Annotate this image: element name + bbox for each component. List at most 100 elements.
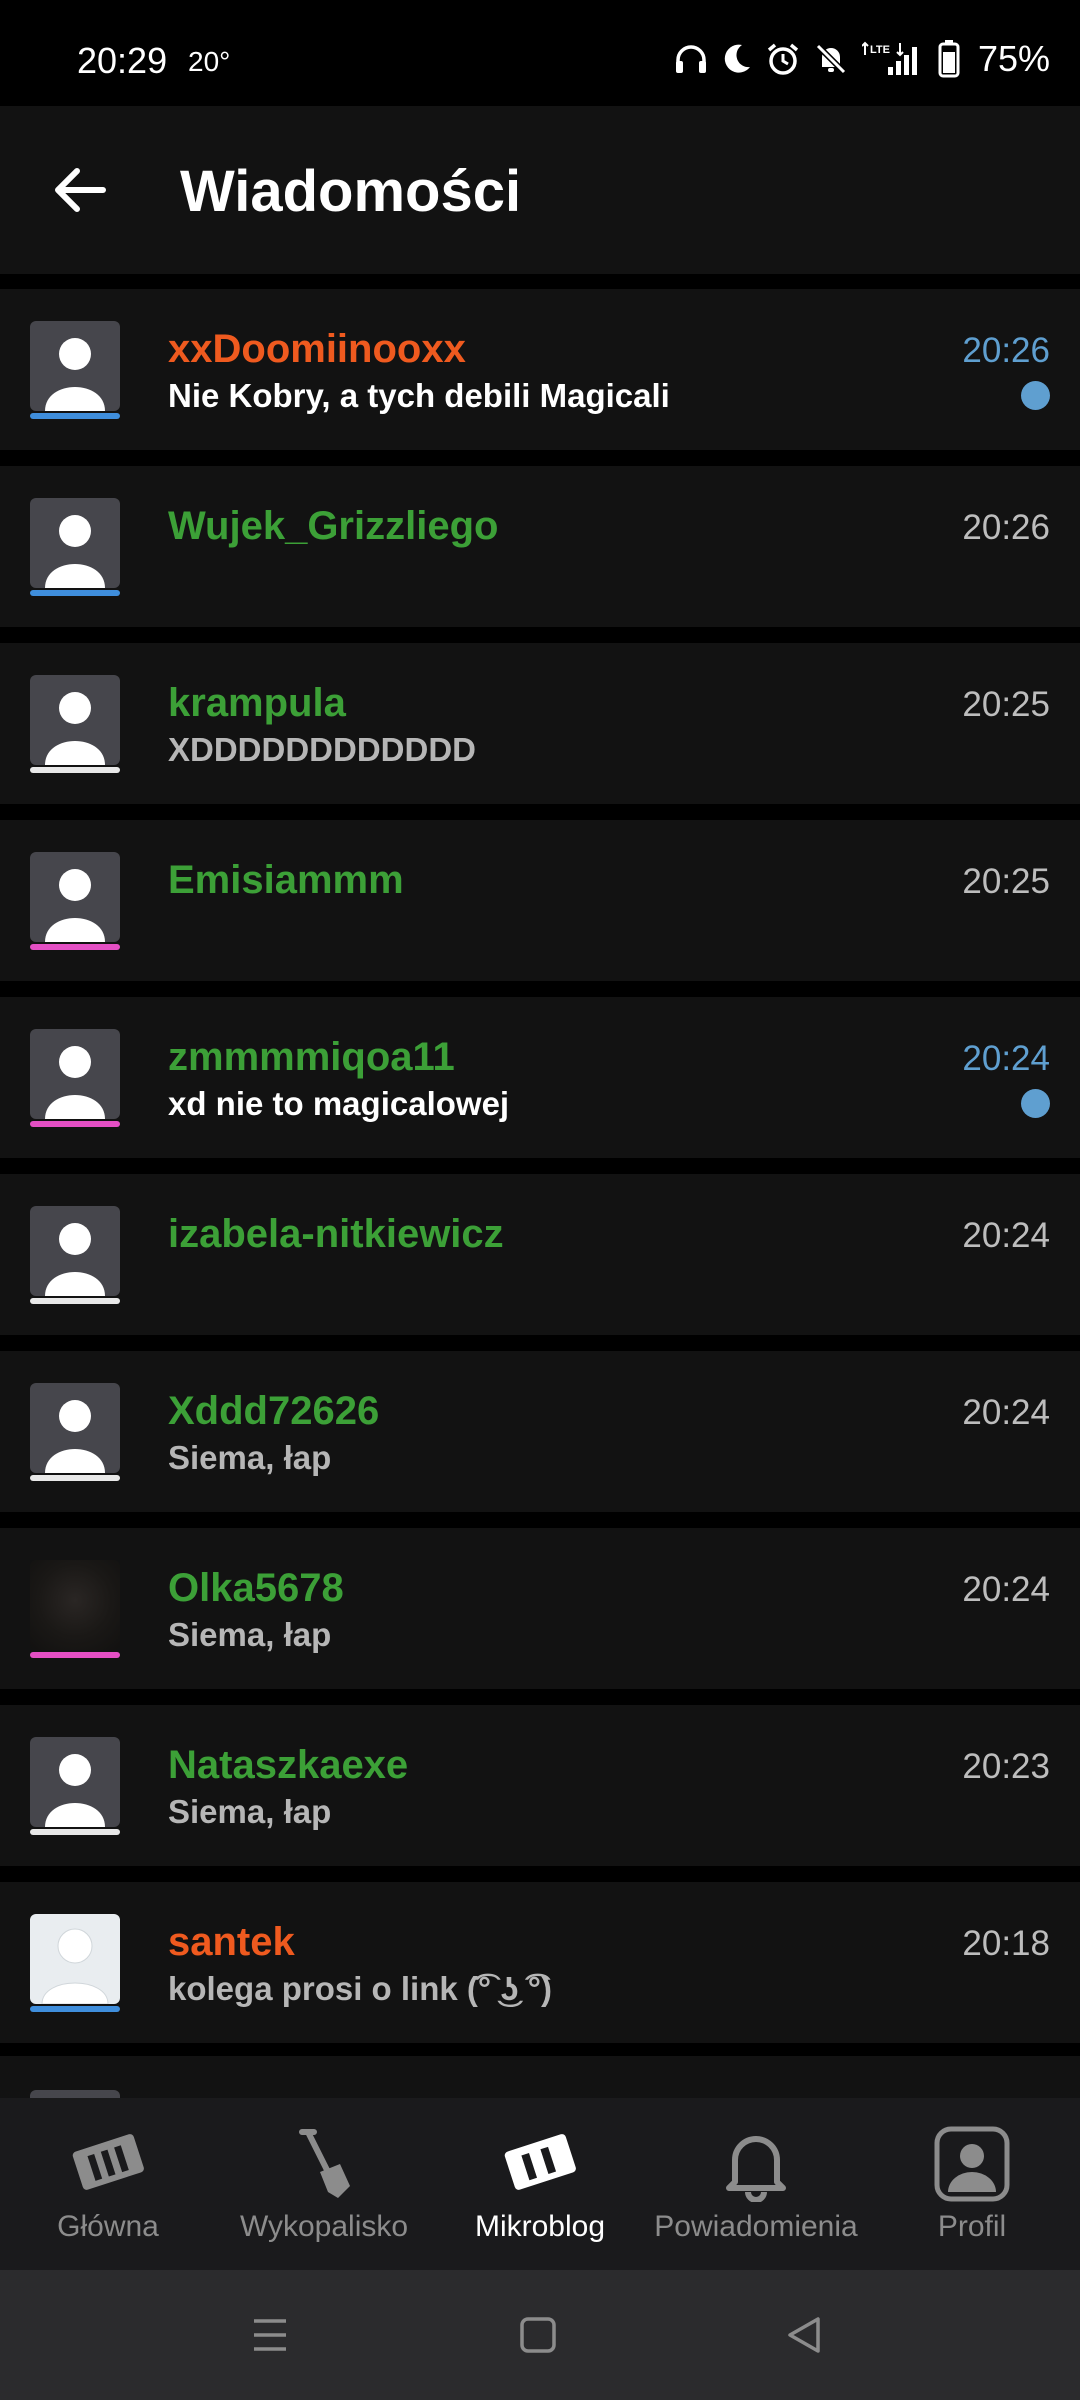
- conversation-row[interactable]: krampula XDDDDDDDDDDDD 20:25: [0, 643, 1080, 804]
- page-title: Wiadomości: [180, 159, 522, 224]
- conversation-row[interactable]: Xddd72626 Siema, łap 20:24: [0, 1351, 1080, 1512]
- conversation-preview: XDDDDDDDDDDDD: [168, 731, 476, 768]
- conversation-time: 20:24: [962, 1039, 1050, 1078]
- user-color-bar: [30, 1121, 120, 1127]
- conversation-row[interactable]: zmmmmiqoa11 xd nie to magicalowej 20:24: [0, 997, 1080, 1158]
- system-navigation-bar: [0, 2270, 1080, 2400]
- conversation-preview: kolega prosi o link (͡° ͜ʖ ͡°): [168, 1970, 552, 2007]
- conversation-username: xxDoomiinooxx: [168, 327, 466, 371]
- user-color-bar: [30, 2006, 120, 2012]
- nav-item-glowna[interactable]: Główna: [0, 2098, 216, 2270]
- nav-label: Główna: [57, 2210, 159, 2243]
- nav-label: Powiadomienia: [654, 2210, 858, 2243]
- status-icons: LTE 75%: [674, 34, 1050, 84]
- avatar[interactable]: [30, 1737, 120, 1827]
- avatar[interactable]: [30, 498, 120, 588]
- home-icon: [520, 2317, 556, 2353]
- avatar[interactable]: [30, 852, 120, 942]
- default-avatar-icon: [45, 1046, 105, 1119]
- conversation-row[interactable]: Wujek_Grizzliego 20:26: [0, 466, 1080, 627]
- user-color-bar: [30, 944, 120, 950]
- user-color-bar: [30, 767, 120, 773]
- avatar[interactable]: [30, 1383, 120, 1473]
- default-avatar-icon: [45, 1223, 105, 1296]
- avatar[interactable]: [30, 1560, 120, 1650]
- conversation-time: 20:24: [962, 1393, 1050, 1432]
- default-avatar-icon: [45, 1754, 105, 1827]
- conversation-username: Olka5678: [168, 1566, 344, 1610]
- conversation-username: santek: [168, 1920, 295, 1964]
- nav-item-profil[interactable]: Profil: [864, 2098, 1080, 2270]
- avatar[interactable]: [30, 321, 120, 411]
- conversation-time: 20:23: [962, 1747, 1050, 1786]
- nav-label: Wykopalisko: [239, 2210, 409, 2243]
- alarm-icon: [766, 42, 800, 76]
- conversation-username: Emisiammm: [168, 858, 404, 902]
- default-avatar-icon: [41, 1928, 109, 2004]
- default-avatar-icon: [45, 869, 105, 942]
- conversation-time: 20:26: [962, 331, 1050, 370]
- moon-icon: [722, 43, 752, 75]
- default-avatar-icon: [45, 515, 105, 588]
- conversation-time: 20:24: [962, 1216, 1050, 1255]
- svg-text:LTE: LTE: [870, 44, 890, 56]
- conversation-row[interactable]: santek kolega prosi o link (͡° ͜ʖ ͡°) 20:1…: [0, 1882, 1080, 2043]
- headphones-icon: [674, 43, 708, 75]
- app-bar: Wiadomości: [0, 106, 1080, 274]
- nav-item-mikroblog[interactable]: Mikroblog: [432, 2098, 648, 2270]
- conversation-username: Nataszkaexe: [168, 1743, 409, 1787]
- conversation-preview: Nie Kobry, a tych debili Magicali: [168, 377, 670, 414]
- lte-signal-icon: LTE: [861, 41, 924, 77]
- avatar[interactable]: [30, 1029, 120, 1119]
- profile-icon: [934, 2126, 1010, 2202]
- battery-percentage: 75%: [977, 38, 1050, 79]
- recents-icon: [254, 2319, 286, 2351]
- system-back-button[interactable]: [774, 2310, 834, 2360]
- conversation-username: izabela-nitkiewicz: [168, 1212, 504, 1256]
- conversation-row[interactable]: Emisiammm 20:25: [0, 820, 1080, 981]
- user-color-bar: [30, 413, 120, 419]
- user-color-bar: [30, 1298, 120, 1304]
- user-color-bar: [30, 1829, 120, 1835]
- conversation-row[interactable]: xxDoomiinooxx Nie Kobry, a tych debili Ma…: [0, 289, 1080, 450]
- avatar: [30, 2090, 120, 2098]
- nav-label: Mikroblog: [474, 2210, 606, 2243]
- bell-icon: [726, 2136, 786, 2202]
- conversation-time: 20:24: [962, 1570, 1050, 1609]
- avatar[interactable]: [30, 1206, 120, 1296]
- conversation-preview: Siema, łap: [168, 1616, 332, 1653]
- list-item-partial[interactable]: [0, 2056, 1080, 2098]
- back-button[interactable]: [40, 150, 120, 230]
- nav-item-powiadomienia[interactable]: Powiadomienia: [648, 2098, 864, 2270]
- conversation-row[interactable]: Nataszkaexe Siema, łap 20:23: [0, 1705, 1080, 1866]
- default-avatar-icon: [45, 692, 105, 765]
- status-temperature: 20°: [188, 46, 231, 77]
- conversation-row[interactable]: izabela-nitkiewicz 20:24: [0, 1174, 1080, 1335]
- mikroblog-icon: [504, 2134, 576, 2190]
- conversation-preview: Siema, łap: [168, 1793, 332, 1830]
- unread-indicator: [1021, 1089, 1050, 1118]
- conversation-username: Wujek_Grizzliego: [168, 504, 499, 548]
- recents-button[interactable]: [240, 2310, 300, 2360]
- conversation-username: krampula: [168, 681, 346, 725]
- avatar[interactable]: [30, 675, 120, 765]
- conversation-username: Xddd72626: [168, 1389, 380, 1433]
- home-button[interactable]: [508, 2310, 568, 2360]
- conversation-row[interactable]: Olka5678 Siema, łap 20:24: [0, 1528, 1080, 1689]
- default-avatar-icon: [45, 1400, 105, 1473]
- conversation-username: zmmmmiqoa11: [168, 1035, 455, 1079]
- conversation-preview: Siema, łap: [168, 1439, 332, 1476]
- default-avatar-icon: [45, 338, 105, 411]
- mute-icon: [814, 42, 848, 76]
- unread-indicator: [1021, 381, 1050, 410]
- nav-label: Profil: [937, 2210, 1007, 2243]
- shovel-icon: [299, 2129, 350, 2198]
- conversation-time: 20:18: [962, 1924, 1050, 1963]
- conversation-preview: xd nie to magicalowej: [168, 1085, 510, 1122]
- back-triangle-icon: [788, 2317, 820, 2353]
- status-bar: 20:29 20° LTE 75%: [0, 0, 1080, 106]
- bottom-navigation: Główna Wykopalisko Mikroblog Powiadomien…: [0, 2098, 1080, 2270]
- avatar[interactable]: [30, 1914, 120, 2004]
- user-color-bar: [30, 1475, 120, 1481]
- nav-item-wykopalisko[interactable]: Wykopalisko: [216, 2098, 432, 2270]
